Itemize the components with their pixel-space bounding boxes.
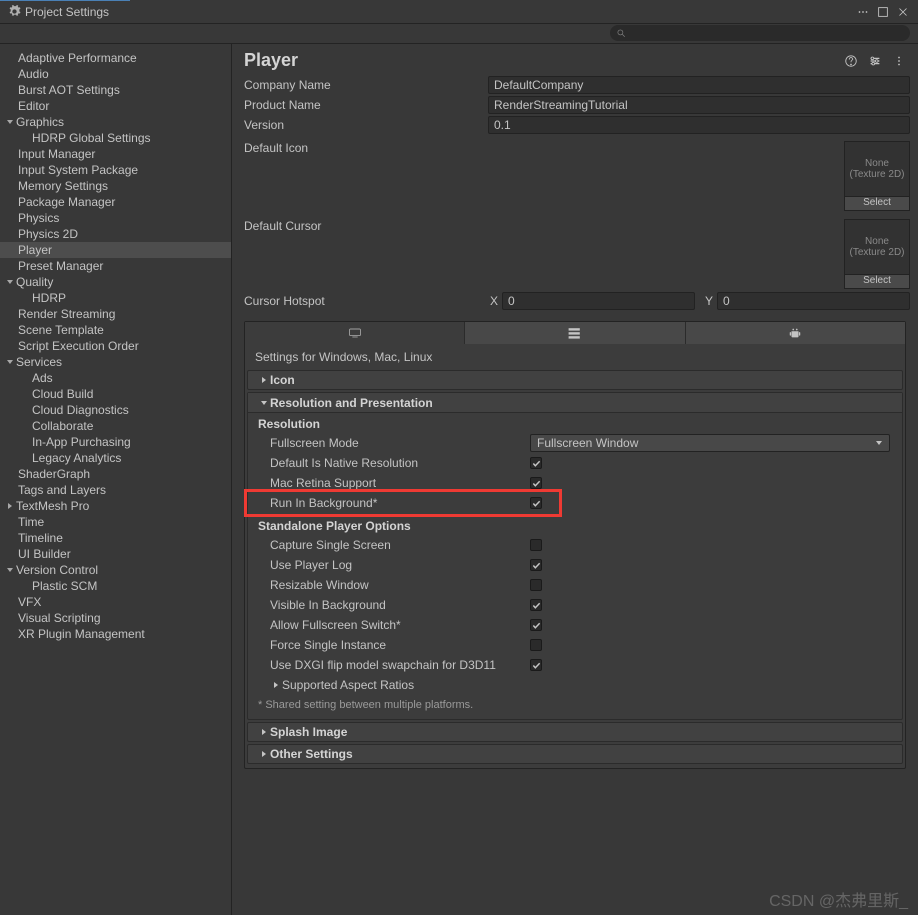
force-single-label: Force Single Instance (270, 638, 530, 652)
sidebar-item-physics[interactable]: Physics (0, 210, 231, 226)
allow-fs-label: Allow Fullscreen Switch* (270, 618, 530, 632)
fullscreen-mode-label: Fullscreen Mode (270, 436, 530, 450)
sidebar-item-hdrp-global-settings[interactable]: HDRP Global Settings (0, 130, 231, 146)
sidebar-item-timeline[interactable]: Timeline (0, 530, 231, 546)
sidebar-item-version-control[interactable]: Version Control (0, 562, 231, 578)
supported-aspect[interactable]: Supported Aspect Ratios (248, 675, 902, 695)
allow-fs-checkbox[interactable] (530, 619, 542, 631)
close-icon[interactable] (896, 5, 910, 19)
default-icon-slot[interactable]: None(Texture 2D) (844, 141, 910, 197)
force-single-checkbox[interactable] (530, 639, 542, 651)
standalone-group: Standalone Player Options (248, 513, 902, 535)
capture-single-label: Capture Single Screen (270, 538, 530, 552)
sidebar-item-xr-plugin-management[interactable]: XR Plugin Management (0, 626, 231, 642)
sidebar-item-legacy-analytics[interactable]: Legacy Analytics (0, 450, 231, 466)
version-label: Version (244, 118, 488, 132)
search-input[interactable] (610, 25, 910, 41)
sidebar-item-plastic-scm[interactable]: Plastic SCM (0, 578, 231, 594)
sidebar-item-ads[interactable]: Ads (0, 370, 231, 386)
mac-retina-label: Mac Retina Support (270, 476, 530, 490)
company-name-field[interactable]: DefaultCompany (488, 76, 910, 94)
sidebar-item-editor[interactable]: Editor (0, 98, 231, 114)
sidebar-item-audio[interactable]: Audio (0, 66, 231, 82)
search-icon (616, 28, 626, 38)
settings-for-label: Settings for Windows, Mac, Linux (245, 344, 905, 368)
version-field[interactable]: 0.1 (488, 116, 910, 134)
sidebar-item-physics-2d[interactable]: Physics 2D (0, 226, 231, 242)
sidebar-item-preset-manager[interactable]: Preset Manager (0, 258, 231, 274)
capture-single-checkbox[interactable] (530, 539, 542, 551)
mac-retina-checkbox[interactable] (530, 477, 542, 489)
menu-icon[interactable] (856, 5, 870, 19)
dxgi-label: Use DXGI flip model swapchain for D3D11 (270, 658, 530, 672)
sidebar-item-adaptive-performance[interactable]: Adaptive Performance (0, 50, 231, 66)
product-name-field[interactable]: RenderStreamingTutorial (488, 96, 910, 114)
watermark: CSDN @杰弗里斯_ (769, 887, 908, 911)
sidebar-item-input-manager[interactable]: Input Manager (0, 146, 231, 162)
help-icon[interactable] (844, 54, 858, 68)
use-player-log-checkbox[interactable] (530, 559, 542, 571)
more-icon[interactable] (892, 54, 906, 68)
sidebar-item-collaborate[interactable]: Collaborate (0, 418, 231, 434)
sidebar-item-package-manager[interactable]: Package Manager (0, 194, 231, 210)
gear-icon (8, 5, 21, 18)
cursor-hotspot-label: Cursor Hotspot (244, 294, 488, 308)
default-native-checkbox[interactable] (530, 457, 542, 469)
tab-standalone[interactable] (245, 322, 465, 344)
sidebar-item-player[interactable]: Player (0, 242, 231, 258)
sidebar-item-time[interactable]: Time (0, 514, 231, 530)
fullscreen-mode-dropdown[interactable]: Fullscreen Window (530, 434, 890, 452)
preset-icon[interactable] (868, 54, 882, 68)
sidebar-item-shadergraph[interactable]: ShaderGraph (0, 466, 231, 482)
sidebar-item-services[interactable]: Services (0, 354, 231, 370)
sidebar-item-render-streaming[interactable]: Render Streaming (0, 306, 231, 322)
default-icon-select[interactable]: Select (844, 197, 910, 211)
default-cursor-slot[interactable]: None(Texture 2D) (844, 219, 910, 275)
sidebar: Adaptive PerformanceAudioBurst AOT Setti… (0, 44, 232, 915)
sidebar-item-visual-scripting[interactable]: Visual Scripting (0, 610, 231, 626)
run-bg-checkbox[interactable] (530, 497, 542, 509)
resizable-checkbox[interactable] (530, 579, 542, 591)
maximize-icon[interactable] (876, 5, 890, 19)
sidebar-item-cloud-diagnostics[interactable]: Cloud Diagnostics (0, 402, 231, 418)
sidebar-item-input-system-package[interactable]: Input System Package (0, 162, 231, 178)
tab-server[interactable] (465, 322, 685, 344)
sidebar-item-hdrp[interactable]: HDRP (0, 290, 231, 306)
default-cursor-label: Default Cursor (244, 219, 488, 289)
resizable-label: Resizable Window (270, 578, 530, 592)
default-icon-label: Default Icon (244, 141, 488, 211)
section-splash[interactable]: Splash Image (247, 722, 903, 742)
sidebar-item-burst-aot-settings[interactable]: Burst AOT Settings (0, 82, 231, 98)
default-native-label: Default Is Native Resolution (270, 456, 530, 470)
use-player-log-label: Use Player Log (270, 558, 530, 572)
visible-bg-checkbox[interactable] (530, 599, 542, 611)
sidebar-item-graphics[interactable]: Graphics (0, 114, 231, 130)
page-title: Player (244, 50, 844, 71)
section-icon[interactable]: Icon (247, 370, 903, 390)
section-other[interactable]: Other Settings (247, 744, 903, 764)
sidebar-item-cloud-build[interactable]: Cloud Build (0, 386, 231, 402)
run-bg-label: Run In Background* (270, 496, 530, 510)
visible-bg-label: Visible In Background (270, 598, 530, 612)
window-title: Project Settings (25, 5, 856, 19)
product-name-label: Product Name (244, 98, 488, 112)
sidebar-item-vfx[interactable]: VFX (0, 594, 231, 610)
resolution-group: Resolution (248, 413, 902, 433)
tab-android[interactable] (686, 322, 905, 344)
default-cursor-select[interactable]: Select (844, 275, 910, 289)
section-resolution[interactable]: Resolution and Presentation (248, 393, 902, 413)
sidebar-item-in-app-purchasing[interactable]: In-App Purchasing (0, 434, 231, 450)
footnote: * Shared setting between multiple platfo… (248, 695, 902, 719)
cursor-hotspot-y[interactable]: 0 (717, 292, 910, 310)
company-name-label: Company Name (244, 78, 488, 92)
cursor-hotspot-x[interactable]: 0 (502, 292, 695, 310)
dxgi-checkbox[interactable] (530, 659, 542, 671)
sidebar-item-textmesh-pro[interactable]: TextMesh Pro (0, 498, 231, 514)
sidebar-item-scene-template[interactable]: Scene Template (0, 322, 231, 338)
sidebar-item-quality[interactable]: Quality (0, 274, 231, 290)
sidebar-item-ui-builder[interactable]: UI Builder (0, 546, 231, 562)
sidebar-item-tags-and-layers[interactable]: Tags and Layers (0, 482, 231, 498)
sidebar-item-script-execution-order[interactable]: Script Execution Order (0, 338, 231, 354)
sidebar-item-memory-settings[interactable]: Memory Settings (0, 178, 231, 194)
